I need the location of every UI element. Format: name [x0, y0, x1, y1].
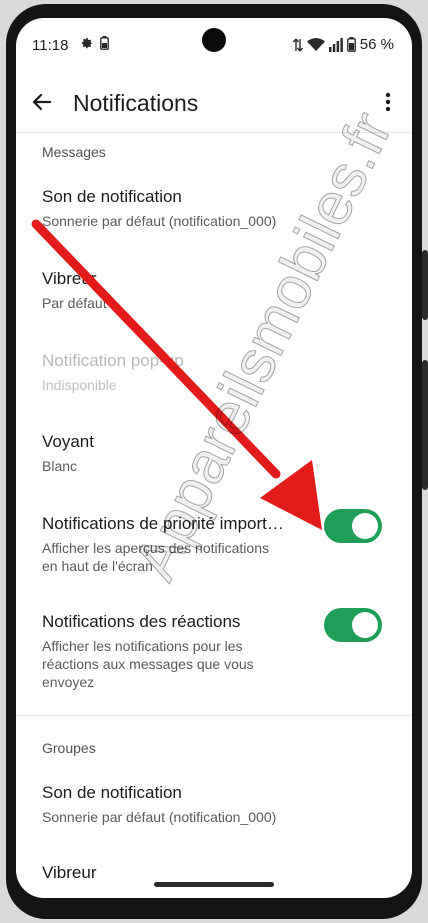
setting-title: Voyant — [42, 432, 94, 451]
screen: 11:18 56 % Notifications Messages Son de… — [16, 18, 412, 898]
setting-title: Vibreur — [42, 863, 97, 882]
setting-group-vibrate[interactable]: Vibreur — [42, 863, 302, 883]
setting-subtitle: Blanc — [42, 458, 78, 474]
status-right-icons: 56 % — [292, 36, 394, 53]
status-bar: 11:18 56 % — [16, 18, 412, 70]
signal-icon — [328, 37, 343, 52]
setting-title: Vibreur — [42, 269, 97, 288]
battery-percent: 56 % — [359, 36, 394, 53]
status-left-icons — [80, 36, 109, 50]
settings-gear-icon — [81, 37, 93, 49]
status-time: 11:18 — [32, 37, 69, 54]
subtitle-line: Afficher les notifications pour les — [42, 638, 243, 654]
setting-title: Notification pop-up — [42, 351, 184, 370]
sync-arrows-icon — [292, 38, 303, 51]
priority-notifications-toggle[interactable] — [324, 509, 382, 543]
subtitle-line: Afficher les aperçus des notifications — [42, 540, 269, 556]
setting-reaction-notifications[interactable]: Notifications des réactions Afficher les… — [42, 612, 302, 691]
app-bar: Notifications — [16, 70, 412, 132]
volume-button — [422, 360, 428, 490]
back-arrow-icon[interactable] — [30, 90, 54, 114]
setting-subtitle: Afficher les aperçus des notifications e… — [42, 539, 302, 575]
setting-notification-sound[interactable]: Son de notification Sonnerie par défaut … — [42, 187, 342, 230]
subtitle-line: réactions aux messages que vous — [42, 656, 254, 672]
setting-priority-notifications[interactable]: Notifications de priorité import… Affich… — [42, 514, 302, 575]
battery-level-icon — [346, 37, 356, 52]
setting-title: Notifications de priorité import… — [42, 514, 284, 533]
setting-group-notification-sound[interactable]: Son de notification Sonnerie par défaut … — [42, 783, 342, 826]
more-vert-icon[interactable] — [384, 92, 392, 112]
phone-frame: 11:18 56 % Notifications Messages Son de… — [0, 0, 428, 923]
gesture-nav-bar[interactable] — [154, 882, 274, 887]
app-bar-divider — [16, 132, 412, 133]
setting-title: Son de notification — [42, 783, 182, 802]
setting-subtitle: Par défaut — [42, 295, 107, 311]
section-header-groups: Groupes — [42, 740, 96, 756]
toggle-knob — [352, 612, 378, 638]
setting-vibrate[interactable]: Vibreur Par défaut — [42, 269, 302, 312]
reaction-notifications-toggle[interactable] — [324, 608, 382, 642]
battery-icon — [100, 36, 109, 50]
page-title: Notifications — [73, 90, 199, 116]
toggle-knob — [352, 513, 378, 539]
front-camera — [202, 28, 226, 52]
setting-subtitle: Afficher les notifications pour les réac… — [42, 637, 302, 691]
setting-notification-popup: Notification pop-up Indisponible — [42, 351, 302, 394]
wifi-icon — [306, 37, 325, 51]
section-divider — [16, 715, 412, 716]
setting-subtitle: Sonnerie par défaut (notification_000) — [42, 809, 277, 825]
setting-light[interactable]: Voyant Blanc — [42, 432, 302, 475]
section-header-messages: Messages — [42, 144, 106, 160]
setting-subtitle: Sonnerie par défaut (notification_000) — [42, 213, 277, 229]
setting-title: Notifications des réactions — [42, 612, 241, 631]
setting-subtitle: Indisponible — [42, 377, 117, 393]
setting-title: Son de notification — [42, 187, 182, 206]
subtitle-line: envoyez — [42, 674, 95, 690]
power-button — [422, 250, 428, 320]
subtitle-line: en haut de l'écran — [42, 558, 153, 574]
